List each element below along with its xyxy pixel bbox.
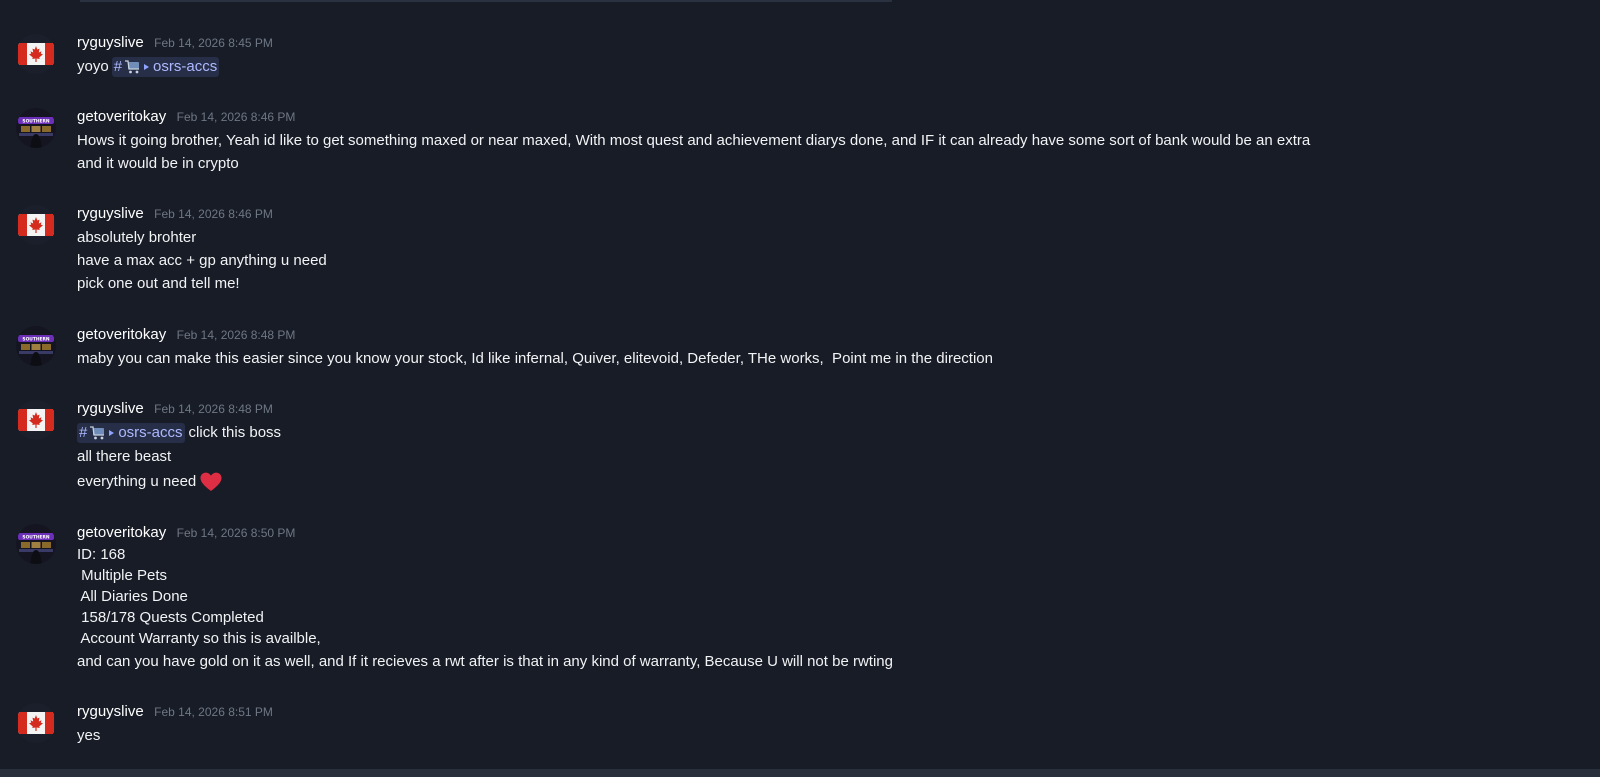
message-header: getoveritokay Feb 14, 2026 8:48 PM xyxy=(77,326,295,346)
triangle-right-icon xyxy=(109,429,115,436)
message-line: yoyo # osrs-accs xyxy=(77,55,223,78)
message-line: pick one out and tell me! xyxy=(77,275,240,292)
message-line: Account Warranty so this is availble, xyxy=(77,630,321,647)
top-divider xyxy=(80,0,892,2)
message-header: ryguyslive Feb 14, 2026 8:48 PM xyxy=(77,400,273,420)
username[interactable]: ryguyslive xyxy=(77,400,144,417)
timestamp: Feb 14, 2026 8:50 PM xyxy=(176,526,296,540)
message-header: getoveritokay Feb 14, 2026 8:46 PM xyxy=(77,108,295,128)
timestamp: Feb 14, 2026 8:51 PM xyxy=(154,705,273,719)
hash-icon: # xyxy=(79,424,88,441)
message-text: click this boss xyxy=(188,424,282,441)
message-line: # osrs-accs click this boss xyxy=(77,421,281,444)
message-line: all there beast xyxy=(77,448,172,465)
channel-name: osrs-accs xyxy=(118,424,183,441)
timestamp: Feb 14, 2026 8:46 PM xyxy=(154,207,273,221)
canada-flag-avatar[interactable] xyxy=(16,34,56,74)
username[interactable]: getoveritokay xyxy=(77,326,166,343)
bottom-bar xyxy=(0,769,1600,777)
message-line: and can you have gold on it as well, and… xyxy=(77,653,893,670)
triangle-right-icon xyxy=(144,63,150,70)
timestamp: Feb 14, 2026 8:46 PM xyxy=(176,110,296,124)
message-line: yes xyxy=(77,727,101,744)
message-header: getoveritokay Feb 14, 2026 8:50 PM xyxy=(77,524,295,544)
red-heart-icon xyxy=(200,472,222,492)
message-content: absolutely brohter have a max acc + gp a… xyxy=(77,226,327,295)
message-header: ryguyslive Feb 14, 2026 8:46 PM xyxy=(77,205,273,225)
username[interactable]: ryguyslive xyxy=(77,703,144,720)
channel-mention[interactable]: # osrs-accs xyxy=(77,422,185,443)
southern-banner-avatar[interactable] xyxy=(16,524,56,564)
username[interactable]: ryguyslive xyxy=(77,34,144,51)
channel-mention[interactable]: # osrs-accs xyxy=(111,56,220,77)
canada-flag-avatar[interactable] xyxy=(16,205,56,245)
hash-icon: # xyxy=(113,58,123,75)
southern-banner-avatar[interactable] xyxy=(16,108,56,148)
chat-view: SOUTHERN ryguyslive xyxy=(0,0,1600,777)
message-line: ID: 168 xyxy=(77,546,126,563)
shopping-cart-icon xyxy=(90,426,106,440)
timestamp: Feb 14, 2026 8:48 PM xyxy=(154,402,273,416)
message-line: maby you can make this easier since you … xyxy=(77,350,993,367)
message-content: ID: 168 Multiple Pets All Diaries Done 1… xyxy=(77,544,893,674)
message-line: All Diaries Done xyxy=(77,588,188,605)
channel-name: osrs-accs xyxy=(153,58,218,75)
message-header: ryguyslive Feb 14, 2026 8:51 PM xyxy=(77,703,273,723)
message-line: Multiple Pets xyxy=(77,567,168,584)
message-text: everything u need xyxy=(77,473,197,490)
username[interactable]: getoveritokay xyxy=(77,524,166,541)
message-line: have a max acc + gp anything u need xyxy=(77,252,327,269)
message-content: maby you can make this easier since you … xyxy=(77,347,993,370)
message-line: 158/178 Quests Completed xyxy=(77,609,264,626)
message-content: yoyo # osrs-accs xyxy=(77,55,223,78)
message-content: # osrs-accs click this boss all there be… xyxy=(77,421,281,494)
timestamp: Feb 14, 2026 8:48 PM xyxy=(176,328,296,342)
message-header: ryguyslive Feb 14, 2026 8:45 PM xyxy=(77,34,273,54)
message-text: yoyo xyxy=(77,58,109,75)
message-content: Hows it going brother, Yeah id like to g… xyxy=(77,129,1310,175)
shopping-cart-icon xyxy=(125,60,141,74)
canada-flag-avatar[interactable] xyxy=(16,400,56,440)
canada-flag-avatar[interactable] xyxy=(16,703,56,743)
message-line: Hows it going brother, Yeah id like to g… xyxy=(77,132,1311,149)
username[interactable]: getoveritokay xyxy=(77,108,166,125)
message-content: yes xyxy=(77,724,100,747)
message-line: and it would be in crypto xyxy=(77,155,239,172)
username[interactable]: ryguyslive xyxy=(77,205,144,222)
message-line: absolutely brohter xyxy=(77,229,197,246)
message-line: everything u need xyxy=(77,469,281,494)
southern-banner-avatar[interactable] xyxy=(16,326,56,366)
timestamp: Feb 14, 2026 8:45 PM xyxy=(154,36,273,50)
